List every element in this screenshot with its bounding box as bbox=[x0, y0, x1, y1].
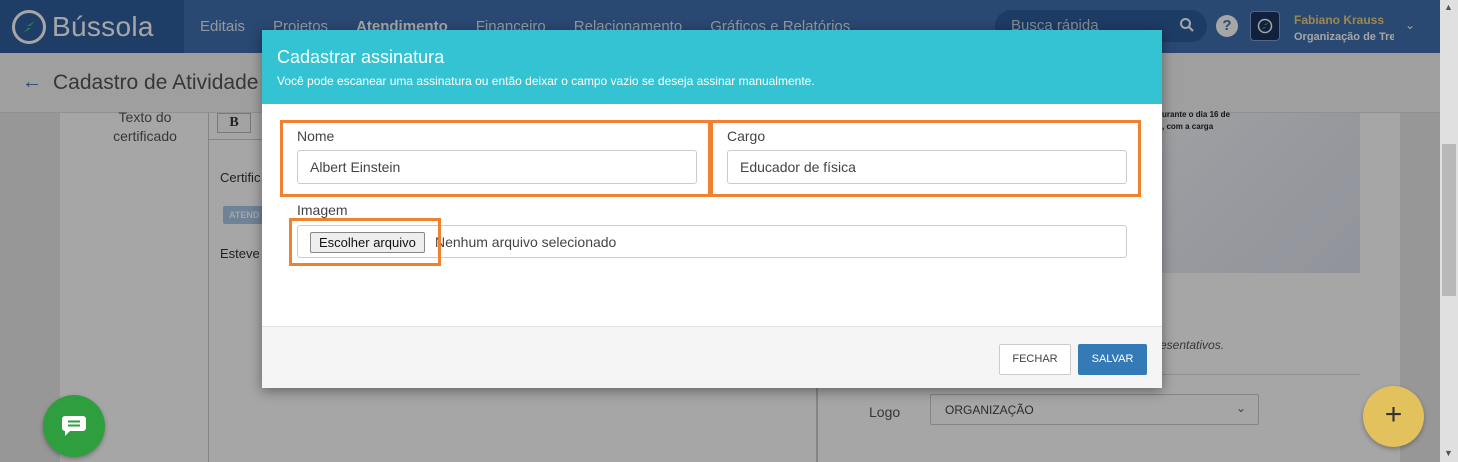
choose-file-button[interactable]: Escolher arquivo bbox=[310, 232, 425, 253]
scrollbar[interactable]: ▲ ▼ bbox=[1440, 0, 1458, 462]
save-button[interactable]: SALVAR bbox=[1078, 344, 1147, 375]
cargo-input[interactable]: Educador de física bbox=[727, 150, 1127, 184]
imagem-label: Imagem bbox=[297, 202, 348, 218]
modal-header: Cadastrar assinatura Você pode escanear … bbox=[262, 30, 1162, 104]
modal-title: Cadastrar assinatura bbox=[277, 47, 445, 67]
imagem-file-input[interactable]: Escolher arquivo Nenhum arquivo selecion… bbox=[297, 225, 1127, 258]
modal-footer: FECHAR SALVAR bbox=[262, 326, 1162, 388]
nome-label: Nome bbox=[297, 128, 335, 144]
chat-icon bbox=[62, 416, 86, 436]
nome-input[interactable]: Albert Einstein bbox=[297, 150, 697, 184]
scroll-up-icon[interactable]: ▲ bbox=[1444, 2, 1453, 12]
scroll-down-icon[interactable]: ▼ bbox=[1444, 448, 1453, 458]
add-button[interactable]: + bbox=[1363, 386, 1424, 447]
signature-modal: Cadastrar assinatura Você pode escanear … bbox=[262, 30, 1162, 388]
chat-button[interactable] bbox=[43, 395, 105, 457]
modal-subtitle: Você pode escanear uma assinatura ou ent… bbox=[277, 74, 815, 88]
file-status: Nenhum arquivo selecionado bbox=[435, 234, 617, 250]
scrollbar-thumb[interactable] bbox=[1442, 144, 1456, 296]
close-button[interactable]: FECHAR bbox=[999, 344, 1071, 375]
cargo-label: Cargo bbox=[727, 128, 766, 144]
plus-icon: + bbox=[1384, 398, 1403, 431]
